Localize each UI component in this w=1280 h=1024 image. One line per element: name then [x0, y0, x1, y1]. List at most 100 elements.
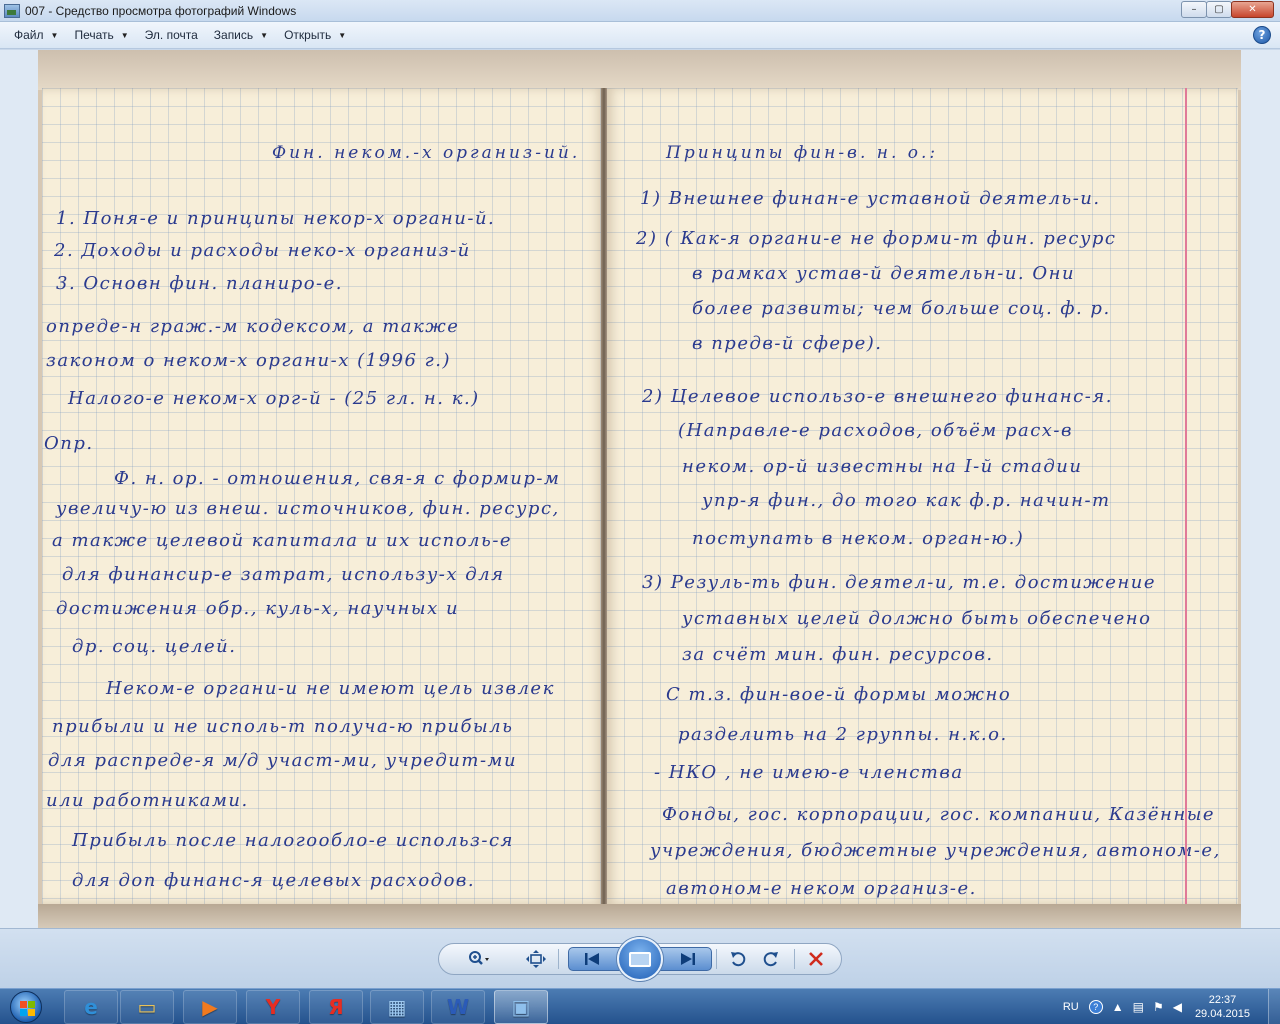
- zoom-button[interactable]: [465, 948, 493, 970]
- menu-item-2[interactable]: Эл. почта: [137, 25, 206, 45]
- menu-item-label: Запись: [213, 28, 254, 42]
- handwritten-line: 1) Внешнее финан-е уставной деятель-и.: [640, 188, 1101, 209]
- show-hidden-icons-icon[interactable]: ▲: [1112, 1000, 1124, 1014]
- magnifier-icon: [469, 951, 489, 965]
- handwritten-line: для распреде-я м/д участ-ми, учредит-ми: [48, 750, 518, 771]
- handwritten-line: Опр.: [44, 433, 94, 454]
- fit-window-button[interactable]: [522, 948, 550, 970]
- handwritten-line: др. соц. целей.: [72, 636, 237, 657]
- taskbar-app-yandex-browser[interactable]: Y: [246, 990, 300, 1024]
- maximize-button[interactable]: ▢: [1206, 1, 1232, 18]
- notebook-spine: [601, 88, 607, 904]
- taskbar: RU ? ▲ ▤ ⚑ ◀ 22:37 29.04.2015 e ▭ ▶ Y Я ▦ W ▣: [0, 988, 1280, 1024]
- rotate-right-button[interactable]: [757, 948, 785, 970]
- taskbar-app-file-explorer[interactable]: ▭: [120, 990, 174, 1024]
- internet-explorer-icon: e: [84, 995, 98, 1019]
- minimize-button[interactable]: –: [1181, 1, 1207, 18]
- dropdown-arrow-icon: ▼: [50, 30, 59, 40]
- taskbar-app-photo-viewer[interactable]: ▣: [494, 990, 548, 1024]
- network-icon[interactable]: ▤: [1133, 1000, 1144, 1014]
- handwritten-line: 2) Целевое использо-е внешнего финанс-я.: [642, 386, 1113, 407]
- photo-viewer-icon: [4, 3, 20, 18]
- taskbar-app-media-player[interactable]: ▶: [183, 990, 237, 1024]
- handwritten-line: Фонды, гос. корпорации, гос. компании, К…: [662, 804, 1216, 825]
- handwritten-line: 3. Основн фин. планиро-е.: [56, 273, 344, 294]
- menu-item-4[interactable]: Открыть ▼: [276, 25, 354, 45]
- window-controls: – ▢ ✕: [1181, 1, 1274, 18]
- delete-icon: [809, 952, 823, 966]
- notebook-photo: Фин. неком.-х организ-ий. 1. Поня-е и при…: [38, 50, 1241, 928]
- media-player-icon: ▶: [202, 995, 218, 1019]
- taskbar-app-control-panel[interactable]: ▦: [370, 990, 424, 1024]
- action-center-icon[interactable]: ⚑: [1153, 1000, 1164, 1014]
- next-icon: [681, 953, 695, 965]
- handwritten-line: 1. Поня-е и принципы некор-х органи-й.: [56, 208, 496, 229]
- menu-item-3[interactable]: Запись ▼: [206, 25, 276, 45]
- yandex-icon: Я: [328, 995, 344, 1019]
- windows-logo-icon: [10, 991, 42, 1023]
- taskbar-app-internet-explorer[interactable]: e: [64, 990, 118, 1024]
- language-indicator[interactable]: RU: [1063, 1001, 1079, 1013]
- page-margin-line: [1185, 88, 1187, 904]
- menu-item-0[interactable]: Файл ▼: [6, 25, 66, 45]
- menu-item-label: Печать: [74, 28, 114, 42]
- rotate-cw-icon: [763, 952, 778, 967]
- handwritten-line: прибыли и не исполь-т получа-ю прибыль: [52, 716, 514, 737]
- delete-button[interactable]: [802, 948, 830, 970]
- toolbar-separator: [794, 949, 795, 969]
- handwritten-line: автоном-е неком организ-е.: [666, 878, 977, 899]
- title-bar: 007 - Средство просмотра фотографий Wind…: [0, 0, 1280, 22]
- handwritten-line: для доп финанс-я целевых расходов.: [72, 870, 476, 891]
- next-button[interactable]: [674, 948, 702, 970]
- handwritten-line: неком. ор-й известны на I-й стадии: [682, 456, 1083, 477]
- handwritten-line: С т.з. фин-вое-й формы можно: [666, 684, 1012, 705]
- yandex-browser-icon: Y: [265, 995, 281, 1019]
- dropdown-arrow-icon: ▼: [120, 30, 129, 40]
- clock-time: 22:37: [1208, 994, 1237, 1006]
- slideshow-icon: [629, 951, 651, 967]
- photo-viewer-icon: ▣: [511, 995, 531, 1019]
- handwritten-line: - НКО , не имею-е членства: [654, 762, 964, 783]
- show-desktop-button[interactable]: [1268, 989, 1280, 1024]
- help-icon[interactable]: ?: [1253, 26, 1271, 44]
- handwritten-line: учреждения, бюджетные учреждения, автоно…: [650, 840, 1221, 861]
- image-viewport[interactable]: Фин. неком.-х организ-ий. 1. Поня-е и при…: [0, 50, 1280, 928]
- help-tray-icon[interactable]: ?: [1088, 1000, 1103, 1014]
- handwritten-line: (Направле-е расходов, объём расх-в: [678, 420, 1073, 441]
- handwritten-line: Налого-е неком-х орг-й - (25 гл. н. к.): [68, 388, 480, 409]
- system-tray: RU ? ▲ ▤ ⚑ ◀ 22:37 29.04.2015: [1063, 989, 1280, 1024]
- slideshow-button[interactable]: [617, 937, 663, 981]
- handwritten-line: разделить на 2 группы. н.к.о.: [678, 724, 1008, 745]
- handwritten-line: Принципы фин-в. н. о.:: [666, 143, 939, 163]
- taskbar-app-yandex[interactable]: Я: [309, 990, 363, 1024]
- handwritten-line: опреде-н граж.-м кодексом, а также: [46, 316, 460, 337]
- volume-icon[interactable]: ◀: [1173, 1000, 1182, 1014]
- rotate-left-button[interactable]: [724, 948, 752, 970]
- close-button[interactable]: ✕: [1231, 1, 1274, 18]
- previous-button[interactable]: [578, 948, 606, 970]
- clock[interactable]: 22:37 29.04.2015: [1195, 993, 1250, 1021]
- handwritten-line: в предв-й сфере).: [692, 333, 883, 354]
- handwritten-line: увеличу-ю из внеш. источников, фин. ресу…: [56, 498, 560, 519]
- clock-date: 29.04.2015: [1194, 1008, 1250, 1020]
- window-title: 007 - Средство просмотра фотографий Wind…: [25, 3, 297, 18]
- handwritten-line: 2) ( Как-я органи-е не форми-т фин. ресу…: [636, 228, 1117, 249]
- handwritten-line: для финансир-е затрат, использу-х для: [62, 564, 505, 585]
- handwritten-line: более развиты; чем больше соц. ф. р.: [692, 298, 1111, 319]
- handwritten-line: достижения обр., куль-х, научных и: [56, 598, 460, 619]
- handwritten-line: законом о неком-х органи-х (1996 г.): [46, 350, 451, 371]
- menu-item-1[interactable]: Печать ▼: [66, 25, 136, 45]
- handwritten-line: или работниками.: [46, 790, 249, 811]
- menu-item-label: Эл. почта: [144, 28, 198, 42]
- dropdown-arrow-icon: ▼: [260, 30, 269, 40]
- taskbar-app-word[interactable]: W: [431, 990, 485, 1024]
- handwritten-line: Неком-е органи-и не имеют цель извлек: [106, 678, 555, 699]
- menu-item-label: Файл: [14, 28, 44, 42]
- handwritten-line: за счёт мин. фин. ресурсов.: [682, 644, 994, 665]
- previous-icon: [585, 953, 599, 965]
- start-button[interactable]: [4, 989, 48, 1024]
- fit-window-icon: [526, 950, 546, 968]
- handwritten-line: Прибыль после налогообло-е использ-ся: [72, 830, 514, 851]
- menu-bar: Файл ▼ Печать ▼ Эл. почта Запись ▼ Открыть ▼?: [0, 22, 1280, 49]
- notebook-left-page: Фин. неком.-х организ-ий. 1. Поня-е и при…: [42, 88, 604, 904]
